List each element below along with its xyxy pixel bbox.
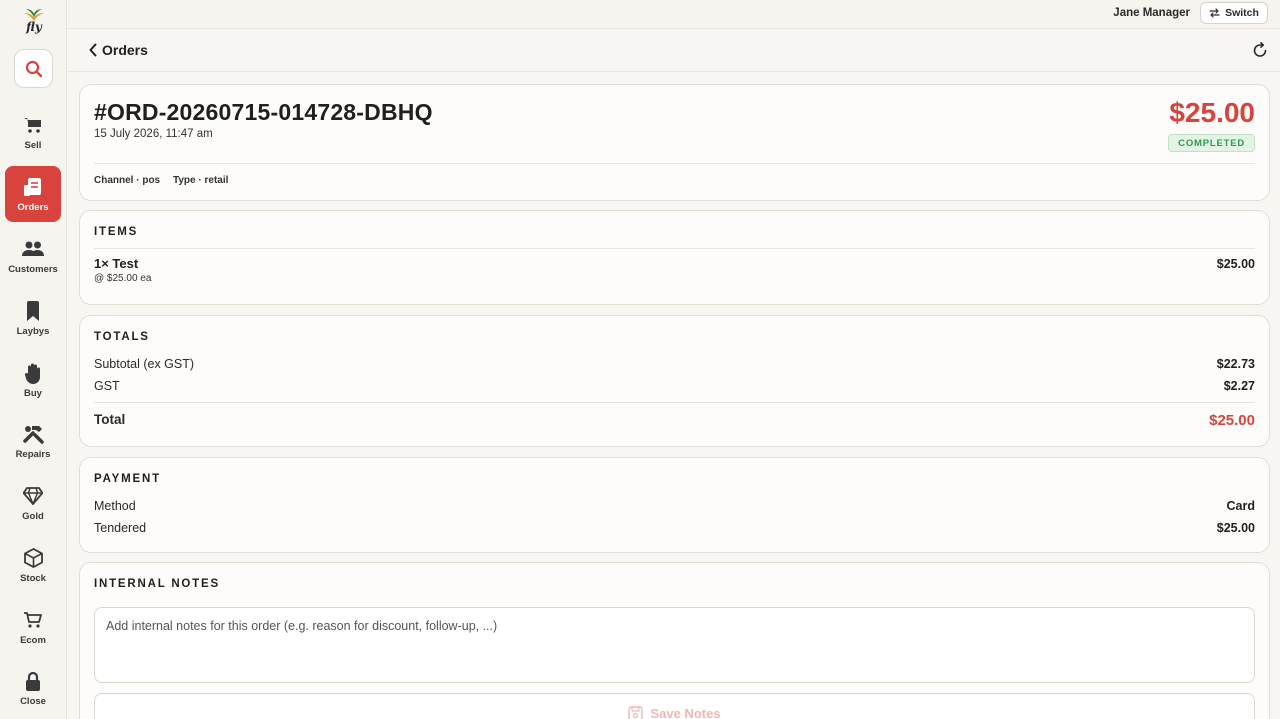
sidebar-item-sell[interactable]: Sell	[5, 104, 61, 160]
tendered-label: Tendered	[94, 521, 147, 535]
sidebar-item-laybys[interactable]: Laybys	[5, 290, 61, 346]
chevron-left-icon	[89, 43, 97, 57]
gst-label: GST	[94, 379, 120, 393]
total-label: Total	[94, 412, 126, 427]
payment-card: PAYMENT Method Card Tendered $25.00	[79, 457, 1270, 553]
sidebar: fly Sell Orders Customers Laybys Buy Rep…	[0, 0, 67, 719]
sidebar-item-repairs[interactable]: Repairs	[5, 413, 61, 469]
logo-text: fly	[26, 20, 42, 34]
sidebar-item-label: Laybys	[16, 326, 50, 337]
back-to-orders-link[interactable]: Orders	[88, 42, 148, 58]
sidebar-item-label: Gold	[22, 511, 44, 522]
orders-icon	[22, 176, 44, 198]
order-total: $25.00	[1169, 97, 1255, 128]
internal-notes-input[interactable]	[94, 607, 1255, 683]
sidebar-item-orders[interactable]: Orders	[5, 166, 61, 222]
sidebar-item-customers[interactable]: Customers	[5, 228, 61, 284]
status-badge: COMPLETED	[1168, 134, 1255, 152]
sidebar-item-label: Buy	[24, 388, 42, 399]
divider	[94, 248, 1255, 249]
channel-label: Channel	[94, 175, 134, 186]
method-label: Method	[94, 499, 136, 513]
sidebar-item-buy[interactable]: Buy	[5, 352, 61, 408]
switch-user-label: Switch	[1225, 7, 1259, 19]
gst-value: $2.27	[1223, 379, 1255, 393]
sidebar-item-label: Customers	[8, 264, 58, 275]
current-user-name: Jane Manager	[1113, 7, 1190, 19]
lock-icon	[22, 670, 44, 692]
top-bar: Jane Manager Switch	[68, 0, 1280, 29]
diamond-icon	[22, 485, 44, 507]
search-icon	[25, 60, 42, 77]
hand-icon	[22, 362, 44, 384]
type-value: retail	[204, 175, 229, 186]
sidebar-item-label: Orders	[17, 202, 49, 213]
sidebar-item-close[interactable]: Close	[5, 660, 61, 716]
notes-title: INTERNAL NOTES	[94, 578, 220, 590]
divider	[94, 402, 1255, 403]
type-label: Type	[173, 175, 196, 186]
totals-card: TOTALS Subtotal (ex GST) $22.73 GST $2.2…	[79, 315, 1270, 447]
bookmark-icon	[22, 300, 44, 322]
switch-user-button[interactable]: Switch	[1200, 2, 1268, 24]
items-title: ITEMS	[94, 226, 139, 238]
internal-notes-card: INTERNAL NOTES Save Notes	[79, 562, 1270, 719]
subtotal-label: Subtotal (ex GST)	[94, 357, 195, 371]
sidebar-item-label: Ecom	[20, 635, 46, 646]
order-id: #ORD-20260715-014728-DBHQ	[94, 99, 433, 125]
sidebar-item-label: Close	[20, 696, 46, 707]
app-logo[interactable]: fly	[20, 8, 48, 40]
page-header: Orders	[68, 29, 1280, 72]
sidebar-item-gold[interactable]: Gold	[5, 475, 61, 531]
order-summary-card: #ORD-20260715-014728-DBHQ 15 July 2026, …	[79, 84, 1270, 201]
sidebar-item-ecom[interactable]: Ecom	[5, 599, 61, 655]
users-icon	[22, 238, 44, 260]
sidebar-item-label: Stock	[20, 573, 46, 584]
save-icon	[628, 706, 644, 719]
sidebar-item-stock[interactable]: Stock	[5, 537, 61, 593]
order-date: 15 July 2026, 11:47 am	[94, 128, 213, 140]
channel-value: pos	[142, 175, 161, 186]
item-unit-price: @ $25.00 ea	[94, 273, 152, 284]
type-meta: Type · retail	[173, 175, 229, 186]
back-label: Orders	[102, 42, 148, 58]
box-icon	[22, 547, 44, 569]
item-amount: $25.00	[1216, 257, 1255, 271]
tools-icon	[22, 423, 44, 445]
method-value: Card	[1226, 499, 1255, 513]
subtotal-value: $22.73	[1216, 357, 1255, 371]
item-name: 1× Test	[94, 256, 139, 271]
items-card: ITEMS 1× Test @ $25.00 ea $25.00	[79, 210, 1270, 305]
sidebar-item-label: Sell	[24, 140, 42, 151]
cart-icon	[22, 114, 44, 136]
ecom-cart-icon	[22, 609, 44, 631]
swap-arrows-icon	[1209, 8, 1220, 18]
save-notes-label: Save Notes	[650, 706, 721, 719]
save-notes-button[interactable]: Save Notes	[94, 693, 1255, 719]
search-button[interactable]	[14, 49, 53, 88]
tendered-value: $25.00	[1216, 521, 1255, 535]
divider	[94, 163, 1255, 164]
totals-title: TOTALS	[94, 331, 150, 343]
refresh-icon[interactable]	[1252, 42, 1268, 58]
payment-title: PAYMENT	[94, 473, 161, 485]
total-value: $25.00	[1209, 412, 1255, 429]
sidebar-item-label: Repairs	[15, 449, 51, 460]
channel-meta: Channel · pos	[94, 175, 161, 186]
